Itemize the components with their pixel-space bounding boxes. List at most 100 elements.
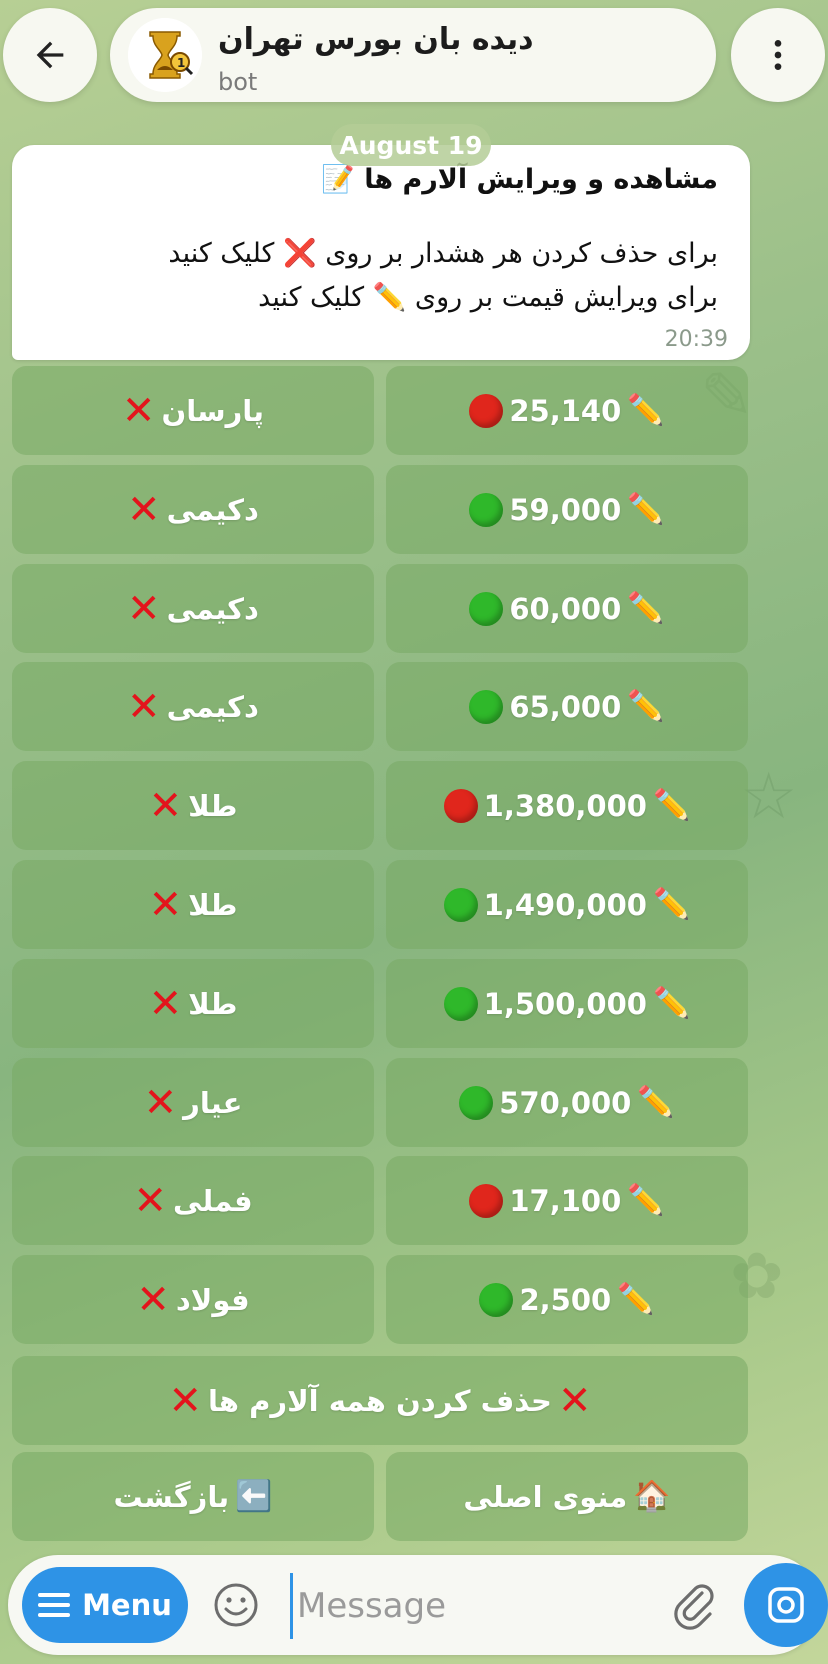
pencil-icon: ✏️ (627, 689, 665, 724)
left-arrow-icon: ⬅️ (235, 1479, 273, 1514)
delete-alarm-button[interactable]: ✕ دکیمی (12, 465, 374, 554)
pencil-icon: ✏️ (652, 788, 691, 823)
message-input-bar: Menu (8, 1555, 828, 1655)
status-dot-icon (469, 591, 504, 626)
edit-price-button[interactable]: 1,500,000 ✏️ (386, 959, 748, 1048)
bot-avatar[interactable]: 1 (128, 18, 202, 92)
delete-alarm-button[interactable]: ✕ پارسان (12, 366, 374, 455)
delete-all-alarms-button[interactable]: ✕ حذف کردن همه آلارم ها ✕ (12, 1356, 748, 1445)
alarm-symbol: طلا (188, 887, 238, 922)
delete-alarm-button[interactable]: ✕ طلا (12, 860, 374, 949)
alarm-symbol: عیار (183, 1085, 243, 1120)
alarm-price: 59,000 (509, 492, 622, 527)
delete-alarm-button[interactable]: ✕ فولاد (12, 1255, 374, 1344)
alarm-symbol: فولاد (175, 1282, 250, 1317)
chat-title: دیده بان بورس تهران (218, 22, 534, 57)
delete-alarm-button[interactable]: ✕ طلا (12, 761, 374, 850)
svg-text:1: 1 (177, 56, 185, 70)
message-line-delete: برای حذف کردن هر هشدار بر روی ❌ کلیک کنی… (168, 238, 718, 269)
edit-price-button[interactable]: 2,500 ✏️ (386, 1255, 748, 1344)
cross-icon: ✕ (168, 1377, 203, 1424)
status-dot-icon (469, 492, 504, 527)
delete-alarm-button[interactable]: ✕ فملی (12, 1156, 374, 1245)
delete-alarm-button[interactable]: ✕ دکیمی (12, 564, 374, 653)
bot-message: مشاهده و ویرایش آلارم ها 📝 برای حذف کردن… (12, 145, 750, 360)
cross-icon: ✕ (127, 486, 161, 533)
alarm-price: 25,140 (509, 393, 622, 428)
bot-menu-button[interactable]: Menu (22, 1567, 188, 1643)
message-time: 20:39 (664, 327, 728, 352)
alarm-price: 1,490,000 (483, 887, 647, 922)
alarm-symbol: طلا (188, 986, 238, 1021)
chat-subtitle: bot (218, 68, 258, 96)
edit-price-button[interactable]: 25,140 ✏️ (386, 366, 748, 455)
edit-price-button[interactable]: 59,000 ✏️ (386, 465, 748, 554)
alarm-symbol: فملی (172, 1183, 253, 1218)
back-menu-button[interactable]: بازگشت ⬅️ (12, 1452, 374, 1541)
arrow-left-icon (36, 41, 64, 69)
hamburger-icon (38, 1593, 71, 1617)
alarm-price: 65,000 (509, 689, 622, 724)
pencil-icon: ✏️ (627, 492, 665, 527)
alarm-symbol: پارسان (161, 393, 265, 428)
message-heading: مشاهده و ویرایش آلارم ها 📝 (321, 164, 718, 195)
status-dot-icon (469, 1183, 504, 1218)
chat-title-bar[interactable]: 1 دیده بان بورس تهران bot (110, 8, 716, 102)
more-options-button[interactable] (731, 8, 825, 102)
cross-icon: ✕ (133, 1177, 167, 1224)
message-line-edit: برای ویرایش قیمت بر روی ✏️ کلیک کنید (258, 282, 718, 313)
attach-paperclip-icon[interactable] (668, 1579, 720, 1631)
hourglass-logo-icon: 1 (128, 18, 202, 92)
alarm-price: 2,500 (519, 1282, 612, 1317)
status-dot-icon (459, 1085, 494, 1120)
status-dot-icon (469, 689, 504, 724)
main-menu-button[interactable]: منوی اصلی 🏠 (386, 1452, 748, 1541)
pencil-icon: ✏️ (627, 591, 665, 626)
delete-alarm-button[interactable]: ✕ عیار (12, 1058, 374, 1147)
alarm-price: 570,000 (499, 1085, 632, 1120)
house-icon: 🏠 (633, 1479, 671, 1514)
emoji-smile-icon[interactable] (212, 1581, 260, 1629)
status-dot-icon (479, 1282, 514, 1317)
alarm-symbol: دکیمی (166, 689, 259, 724)
cross-icon: ✕ (143, 1079, 178, 1126)
edit-price-button[interactable]: 1,490,000 ✏️ (386, 860, 748, 949)
alarm-price: 17,100 (509, 1183, 622, 1218)
status-dot-icon (443, 887, 478, 922)
status-dot-icon (443, 788, 478, 823)
edit-price-button[interactable]: 60,000 ✏️ (386, 564, 748, 653)
alarm-price: 60,000 (509, 591, 622, 626)
edit-price-button[interactable]: 17,100 ✏️ (386, 1156, 748, 1245)
menu-label: Menu (82, 1588, 172, 1622)
edit-price-button[interactable]: 65,000 ✏️ (386, 662, 748, 751)
cross-icon: ✕ (127, 683, 161, 730)
delete-alarm-button[interactable]: ✕ طلا (12, 959, 374, 1048)
cross-icon: ✕ (148, 881, 183, 928)
pencil-icon: ✏️ (627, 393, 665, 428)
background-doodle: ☆ (740, 760, 798, 834)
back-button[interactable] (3, 8, 97, 102)
status-dot-icon (469, 393, 504, 428)
alarm-symbol: طلا (188, 788, 238, 823)
cross-icon: ✕ (148, 782, 183, 829)
delete-alarm-button[interactable]: ✕ دکیمی (12, 662, 374, 751)
more-vertical-icon (774, 40, 782, 70)
main-menu-label: منوی اصلی (463, 1479, 628, 1514)
cross-icon: ✕ (127, 585, 161, 632)
edit-price-button[interactable]: 570,000 ✏️ (386, 1058, 748, 1147)
pencil-icon: ✏️ (652, 887, 691, 922)
alarm-symbol: دکیمی (166, 492, 259, 527)
alarm-price: 1,500,000 (483, 986, 647, 1021)
camera-icon (768, 1587, 804, 1623)
back-label: بازگشت (113, 1479, 230, 1514)
camera-button[interactable] (744, 1563, 828, 1647)
cross-icon: ✕ (557, 1377, 592, 1424)
delete-all-label: حذف کردن همه آلارم ها (208, 1383, 552, 1418)
cross-icon: ✕ (121, 387, 156, 434)
message-input[interactable] (290, 1573, 659, 1639)
alarm-price: 1,380,000 (483, 788, 647, 823)
edit-price-button[interactable]: 1,380,000 ✏️ (386, 761, 748, 850)
cross-icon: ✕ (136, 1276, 170, 1323)
pencil-icon: ✏️ (617, 1282, 655, 1317)
pencil-icon: ✏️ (627, 1183, 665, 1218)
